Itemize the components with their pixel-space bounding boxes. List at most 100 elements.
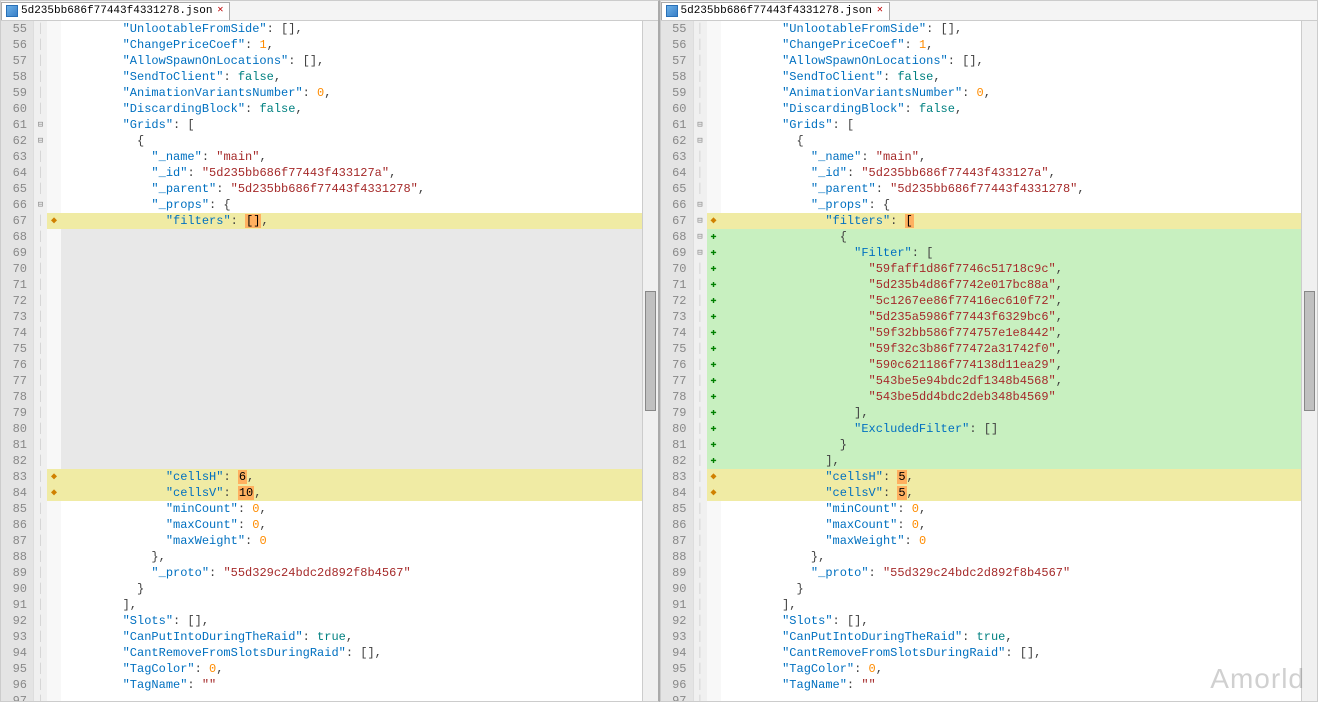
code-line[interactable]: 79 ],: [661, 405, 1318, 421]
fold-marker[interactable]: [693, 149, 707, 165]
code-text[interactable]: "DiscardingBlock": false,: [721, 101, 1318, 117]
code-line[interactable]: 80: [1, 421, 658, 437]
code-line[interactable]: 60 "DiscardingBlock": false,: [661, 101, 1318, 117]
code-line[interactable]: 78 "543be5dd4bdc2deb348b4569": [661, 389, 1318, 405]
code-text[interactable]: [61, 373, 658, 389]
code-line[interactable]: 61 "Grids": [: [661, 117, 1318, 133]
code-line[interactable]: 59 "AnimationVariantsNumber": 0,: [661, 85, 1318, 101]
code-text[interactable]: "CanPutIntoDuringTheRaid": true,: [61, 629, 658, 645]
code-line[interactable]: 60 "DiscardingBlock": false,: [1, 101, 658, 117]
right-file-tab[interactable]: 5d235bb686f77443f4331278.json ✕: [661, 2, 890, 20]
code-text[interactable]: [61, 277, 658, 293]
fold-marker[interactable]: [693, 101, 707, 117]
code-text[interactable]: {: [61, 133, 658, 149]
fold-marker[interactable]: [693, 293, 707, 309]
code-line[interactable]: 79: [1, 405, 658, 421]
code-line[interactable]: 95 "TagColor": 0,: [1, 661, 658, 677]
code-text[interactable]: "TagColor": 0,: [721, 661, 1318, 677]
fold-marker[interactable]: [33, 309, 47, 325]
code-line[interactable]: 74: [1, 325, 658, 341]
code-line[interactable]: 72: [1, 293, 658, 309]
code-text[interactable]: "_parent": "5d235bb686f77443f4331278",: [721, 181, 1318, 197]
fold-marker[interactable]: [33, 133, 47, 149]
fold-marker[interactable]: [33, 597, 47, 613]
code-line[interactable]: 65 "_parent": "5d235bb686f77443f4331278"…: [1, 181, 658, 197]
fold-marker[interactable]: [33, 661, 47, 677]
code-text[interactable]: [61, 405, 658, 421]
code-text[interactable]: "5d235a5986f77443f6329bc6",: [721, 309, 1318, 325]
code-text[interactable]: "_id": "5d235bb686f77443f433127a",: [61, 165, 658, 181]
left-file-tab[interactable]: 5d235bb686f77443f4331278.json ✕: [1, 2, 230, 20]
code-line[interactable]: 82: [1, 453, 658, 469]
fold-marker[interactable]: [693, 261, 707, 277]
fold-marker[interactable]: [33, 421, 47, 437]
code-line[interactable]: 89 "_proto": "55d329c24bdc2d892f8b4567": [661, 565, 1318, 581]
code-line[interactable]: 57 "AllowSpawnOnLocations": [],: [1, 53, 658, 69]
code-line[interactable]: 90 }: [661, 581, 1318, 597]
code-text[interactable]: "cellsV": 10,: [61, 485, 658, 501]
code-line[interactable]: 90 }: [1, 581, 658, 597]
code-text[interactable]: "CantRemoveFromSlotsDuringRaid": [],: [61, 645, 658, 661]
left-editor[interactable]: 55 "UnlootableFromSide": [],56 "ChangePr…: [1, 21, 658, 701]
fold-marker[interactable]: [693, 37, 707, 53]
code-text[interactable]: [61, 693, 658, 701]
code-text[interactable]: "_id": "5d235bb686f77443f433127a",: [721, 165, 1318, 181]
right-scrollbar[interactable]: [1301, 21, 1317, 701]
code-line[interactable]: 65 "_parent": "5d235bb686f77443f4331278"…: [661, 181, 1318, 197]
code-text[interactable]: ],: [721, 597, 1318, 613]
fold-marker[interactable]: [33, 277, 47, 293]
code-line[interactable]: 87 "maxWeight": 0: [1, 533, 658, 549]
code-line[interactable]: 73: [1, 309, 658, 325]
code-line[interactable]: 85 "minCount": 0,: [661, 501, 1318, 517]
code-text[interactable]: "cellsH": 5,: [721, 469, 1318, 485]
code-line[interactable]: 55 "UnlootableFromSide": [],: [661, 21, 1318, 37]
fold-marker[interactable]: [693, 565, 707, 581]
fold-marker[interactable]: [693, 309, 707, 325]
code-text[interactable]: "ChangePriceCoef": 1,: [721, 37, 1318, 53]
fold-marker[interactable]: [33, 245, 47, 261]
code-line[interactable]: 91 ],: [661, 597, 1318, 613]
fold-marker[interactable]: [693, 549, 707, 565]
code-text[interactable]: "543be5dd4bdc2deb348b4569": [721, 389, 1318, 405]
close-icon[interactable]: ✕: [875, 6, 885, 16]
fold-marker[interactable]: [693, 501, 707, 517]
fold-marker[interactable]: [693, 117, 707, 133]
code-text[interactable]: "cellsH": 6,: [61, 469, 658, 485]
code-text[interactable]: },: [61, 549, 658, 565]
code-line[interactable]: 96 "TagName": "": [661, 677, 1318, 693]
fold-marker[interactable]: [693, 357, 707, 373]
code-line[interactable]: 64 "_id": "5d235bb686f77443f433127a",: [1, 165, 658, 181]
code-text[interactable]: "minCount": 0,: [61, 501, 658, 517]
fold-marker[interactable]: [33, 693, 47, 701]
code-line[interactable]: 93 "CanPutIntoDuringTheRaid": true,: [1, 629, 658, 645]
fold-marker[interactable]: [693, 485, 707, 501]
fold-marker[interactable]: [693, 53, 707, 69]
code-text[interactable]: "Slots": [],: [721, 613, 1318, 629]
close-icon[interactable]: ✕: [215, 6, 225, 16]
code-line[interactable]: 83 "cellsH": 5,: [661, 469, 1318, 485]
fold-marker[interactable]: [693, 421, 707, 437]
fold-marker[interactable]: [693, 613, 707, 629]
code-line[interactable]: 69 "Filter": [: [661, 245, 1318, 261]
code-text[interactable]: [61, 293, 658, 309]
fold-marker[interactable]: [33, 293, 47, 309]
code-line[interactable]: 85 "minCount": 0,: [1, 501, 658, 517]
fold-marker[interactable]: [33, 533, 47, 549]
code-line[interactable]: 93 "CanPutIntoDuringTheRaid": true,: [661, 629, 1318, 645]
fold-marker[interactable]: [693, 133, 707, 149]
code-text[interactable]: "TagName": "": [721, 677, 1318, 693]
code-text[interactable]: "maxCount": 0,: [721, 517, 1318, 533]
fold-marker[interactable]: [33, 101, 47, 117]
code-text[interactable]: "_props": {: [61, 197, 658, 213]
fold-marker[interactable]: [33, 373, 47, 389]
fold-marker[interactable]: [33, 549, 47, 565]
code-text[interactable]: {: [721, 133, 1318, 149]
code-text[interactable]: "CanPutIntoDuringTheRaid": true,: [721, 629, 1318, 645]
code-line[interactable]: 68 {: [661, 229, 1318, 245]
code-text[interactable]: "UnlootableFromSide": [],: [61, 21, 658, 37]
fold-marker[interactable]: [33, 389, 47, 405]
fold-marker[interactable]: [33, 485, 47, 501]
code-line[interactable]: 96 "TagName": "": [1, 677, 658, 693]
code-line[interactable]: 73 "5d235a5986f77443f6329bc6",: [661, 309, 1318, 325]
code-line[interactable]: 76: [1, 357, 658, 373]
